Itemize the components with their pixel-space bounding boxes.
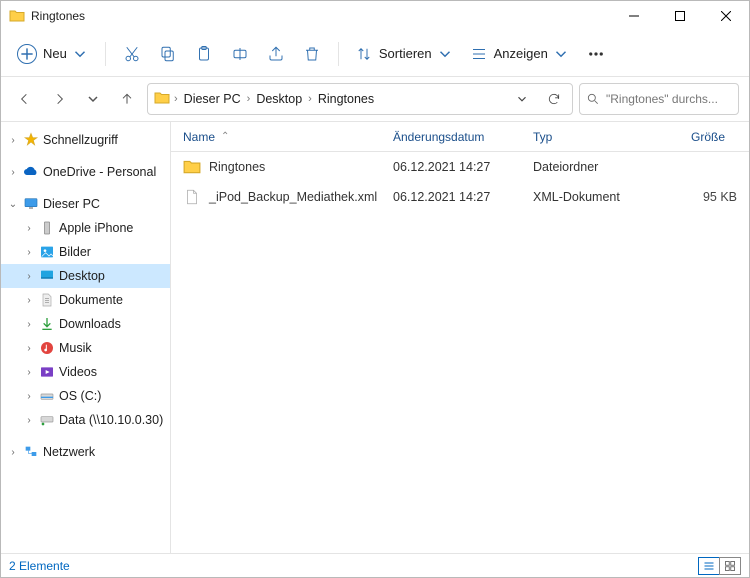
- col-type[interactable]: Typ: [521, 130, 651, 144]
- file-name: Ringtones: [209, 160, 265, 174]
- breadcrumb-root[interactable]: Dieser PC: [182, 92, 243, 106]
- refresh-button[interactable]: [540, 85, 568, 113]
- tree-network[interactable]: ›Netzwerk: [1, 440, 170, 464]
- chevron-down-icon: [552, 45, 570, 63]
- video-icon: [39, 364, 55, 380]
- copy-button[interactable]: [150, 37, 186, 71]
- file-date: 06.12.2021 14:27: [381, 190, 521, 204]
- phone-icon: [39, 220, 55, 236]
- recent-button[interactable]: [79, 85, 107, 113]
- sort-indicator-icon: ⌃: [221, 131, 229, 142]
- tree-item-pictures[interactable]: ›Bilder: [1, 240, 170, 264]
- nav-row: › Dieser PC › Desktop › Ringtones "Ringt…: [1, 77, 749, 121]
- main-split: › Schnellzugriff › OneDrive - Personal ⌄…: [1, 121, 749, 553]
- music-icon: [39, 340, 55, 356]
- tree-this-pc[interactable]: ⌄ Dieser PC: [1, 192, 170, 216]
- file-type: Dateiordner: [521, 160, 651, 174]
- share-button[interactable]: [258, 37, 294, 71]
- folder-icon: [183, 158, 201, 176]
- file-name: _iPod_Backup_Mediathek.xml: [209, 190, 377, 204]
- rename-button[interactable]: [222, 37, 258, 71]
- more-button[interactable]: [578, 37, 614, 71]
- cut-button[interactable]: [114, 37, 150, 71]
- network-icon: [23, 444, 39, 460]
- search-icon: [586, 92, 600, 106]
- maximize-button[interactable]: [657, 1, 703, 31]
- chevron-right-icon: ›: [7, 167, 19, 178]
- toolbar-separator: [105, 42, 106, 66]
- search-input[interactable]: "Ringtones" durchs...: [579, 83, 739, 115]
- image-icon: [39, 244, 55, 260]
- back-button[interactable]: [11, 85, 39, 113]
- up-button[interactable]: [113, 85, 141, 113]
- document-icon: [39, 292, 55, 308]
- tree-quick-access[interactable]: › Schnellzugriff: [1, 128, 170, 152]
- explorer-window: Ringtones Neu Sortieren Anzeigen: [0, 0, 750, 578]
- tree-item-iphone[interactable]: ›Apple iPhone: [1, 216, 170, 240]
- forward-button[interactable]: [45, 85, 73, 113]
- col-size[interactable]: Größe: [651, 130, 749, 144]
- file-size: 95 KB: [651, 190, 749, 204]
- new-button[interactable]: Neu: [9, 37, 97, 71]
- tree-item-videos[interactable]: ›Videos: [1, 360, 170, 384]
- folder-icon: [154, 90, 170, 109]
- file-row[interactable]: _iPod_Backup_Mediathek.xml 06.12.2021 14…: [171, 182, 749, 212]
- file-date: 06.12.2021 14:27: [381, 160, 521, 174]
- status-bar: 2 Elemente: [1, 553, 749, 577]
- view-icons-button[interactable]: [719, 557, 741, 575]
- minimize-button[interactable]: [611, 1, 657, 31]
- toolbar-separator: [338, 42, 339, 66]
- file-row[interactable]: Ringtones 06.12.2021 14:27 Dateiordner: [171, 152, 749, 182]
- view-details-button[interactable]: [698, 557, 720, 575]
- col-name[interactable]: Name⌃: [171, 130, 381, 144]
- tree-item-desktop[interactable]: ›Desktop: [1, 264, 170, 288]
- breadcrumb-sep: ›: [247, 93, 251, 105]
- chevron-down-icon: ⌄: [7, 199, 19, 210]
- window-title: Ringtones: [31, 9, 85, 23]
- col-date[interactable]: Änderungsdatum: [381, 130, 521, 144]
- chevron-right-icon: ›: [7, 135, 19, 146]
- drive-icon: [39, 388, 55, 404]
- breadcrumb-sep: ›: [174, 93, 178, 105]
- download-icon: [39, 316, 55, 332]
- tree-item-documents[interactable]: ›Dokumente: [1, 288, 170, 312]
- search-placeholder: "Ringtones" durchs...: [606, 92, 718, 106]
- tree-item-downloads[interactable]: ›Downloads: [1, 312, 170, 336]
- address-bar[interactable]: › Dieser PC › Desktop › Ringtones: [147, 83, 573, 115]
- folder-icon: [9, 8, 25, 24]
- file-type: XML-Dokument: [521, 190, 651, 204]
- close-button[interactable]: [703, 1, 749, 31]
- breadcrumb-mid[interactable]: Desktop: [254, 92, 304, 106]
- desktop-icon: [39, 268, 55, 284]
- tree-item-music[interactable]: ›Musik: [1, 336, 170, 360]
- view-button[interactable]: Anzeigen: [462, 37, 578, 71]
- title-bar: Ringtones: [1, 1, 749, 31]
- column-headers: Name⌃ Änderungsdatum Typ Größe: [171, 122, 749, 152]
- star-icon: [23, 132, 39, 148]
- delete-button[interactable]: [294, 37, 330, 71]
- chevron-down-icon: [436, 45, 454, 63]
- chevron-down-icon: [71, 45, 89, 63]
- new-label: Neu: [43, 46, 67, 61]
- file-list: Name⌃ Änderungsdatum Typ Größe Ringtones…: [171, 122, 749, 553]
- file-icon: [183, 188, 201, 206]
- nav-tree: › Schnellzugriff › OneDrive - Personal ⌄…: [1, 122, 171, 553]
- paste-button[interactable]: [186, 37, 222, 71]
- monitor-icon: [23, 196, 39, 212]
- sort-button[interactable]: Sortieren: [347, 37, 462, 71]
- cloud-icon: [23, 164, 39, 180]
- view-label: Anzeigen: [494, 46, 548, 61]
- network-drive-icon: [39, 412, 55, 428]
- toolbar: Neu Sortieren Anzeigen: [1, 31, 749, 77]
- breadcrumb-sep: ›: [308, 93, 312, 105]
- status-text: 2 Elemente: [9, 559, 70, 573]
- sort-label: Sortieren: [379, 46, 432, 61]
- tree-onedrive[interactable]: › OneDrive - Personal: [1, 160, 170, 184]
- plus-icon: [17, 44, 37, 64]
- tree-item-data[interactable]: ›Data (\\10.10.0.30): [1, 408, 170, 432]
- tree-item-osc[interactable]: ›OS (C:): [1, 384, 170, 408]
- address-dropdown-button[interactable]: [508, 85, 536, 113]
- breadcrumb-leaf[interactable]: Ringtones: [316, 92, 376, 106]
